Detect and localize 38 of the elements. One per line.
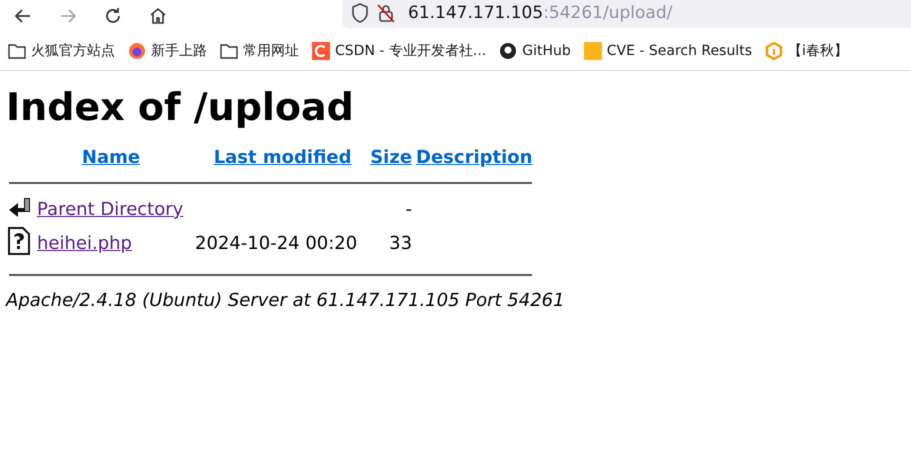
modified-date: 2024-10-24 00:20 <box>195 233 358 254</box>
bookmark-label: 火狐官方站点 <box>31 42 115 60</box>
question-file-icon <box>8 227 30 255</box>
address-bar[interactable]: 61.147.171.105:54261/upload/ <box>342 0 911 28</box>
bookmark[interactable]: 【i春秋】 <box>764 42 848 60</box>
bookmark-label: GitHub <box>522 43 571 59</box>
server-signature: Apache/2.4.18 (Ubuntu) Server at 61.147.171.105 Port 54261 <box>6 290 566 311</box>
home-icon <box>148 6 168 26</box>
c-logo-icon <box>312 42 330 60</box>
shield-icon <box>350 2 370 24</box>
url-host: 61.147.171.105 <box>408 3 544 23</box>
file-size: 33 <box>389 233 412 254</box>
fox-globe-icon <box>128 42 146 60</box>
cat-logo-icon <box>499 42 518 60</box>
bookmark-label: 常用网址 <box>243 42 299 60</box>
file-size: - <box>406 199 412 220</box>
reload-icon <box>103 6 123 26</box>
hexagon-logo-icon <box>764 42 783 60</box>
bookmark[interactable]: 常用网址 <box>220 42 299 60</box>
bookmark[interactable]: GitHub <box>499 42 571 60</box>
bookmark-label: CVE - Search Results <box>606 43 752 59</box>
file-link[interactable]: heihei.php <box>37 233 132 254</box>
square-icon <box>584 42 602 60</box>
bookmark[interactable]: 火狐官方站点 <box>8 42 115 60</box>
page-heading: Index of /upload <box>6 85 355 129</box>
column-sort-link[interactable]: Size <box>370 147 412 168</box>
insecure-lock-icon <box>376 2 396 24</box>
folder-icon <box>8 43 26 59</box>
file-link[interactable]: Parent Directory <box>37 199 184 220</box>
column-sort-link[interactable]: Name <box>82 147 140 168</box>
bookmark[interactable]: 新手上路 <box>128 42 207 60</box>
bookmark-label: 【i春秋】 <box>788 42 848 60</box>
folder-icon <box>220 43 238 59</box>
bookmark-label: 新手上路 <box>151 42 207 60</box>
bookmark[interactable]: CVE - Search Results <box>584 42 752 60</box>
url-path: :54261/upload/ <box>543 3 672 23</box>
column-sort-link[interactable]: Description <box>416 147 532 168</box>
column-sort-link[interactable]: Last modified <box>214 147 352 168</box>
